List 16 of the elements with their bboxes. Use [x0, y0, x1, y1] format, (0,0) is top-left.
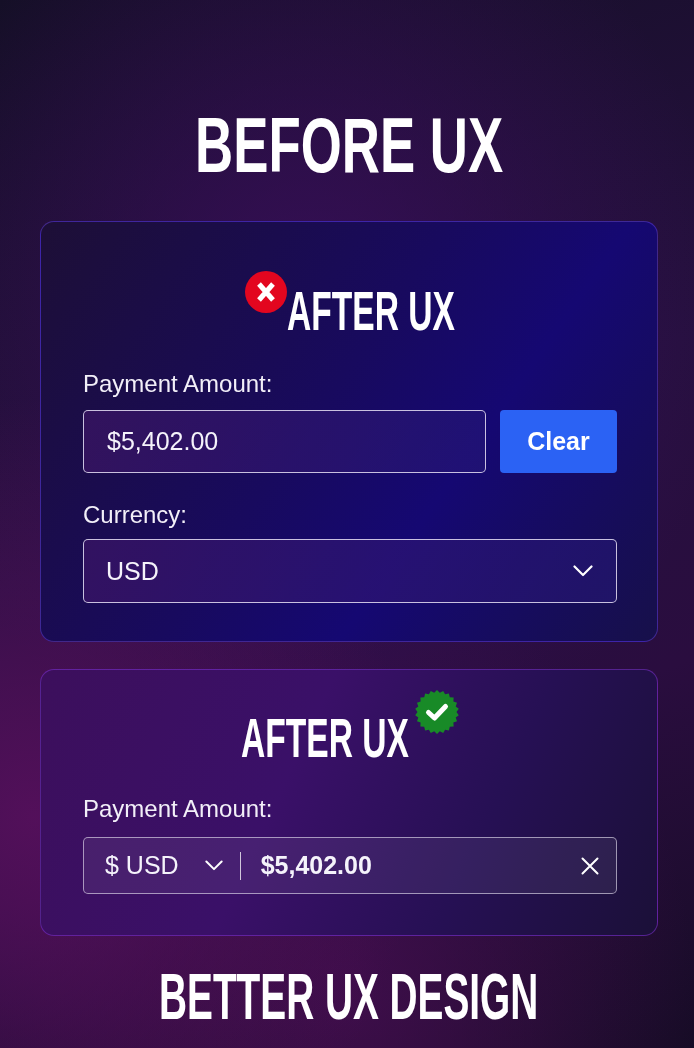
- headline: BEFORE UX: [194, 107, 504, 184]
- card-title: AFTER UX: [287, 283, 455, 339]
- chevron-down-icon: [204, 860, 223, 871]
- currency-dropdown[interactable]: $ USD: [105, 851, 223, 880]
- amount-value: $5,402.00: [260, 851, 373, 880]
- footer-title: BETTER UX DESIGN: [159, 965, 539, 1029]
- card-title: AFTER UX: [241, 710, 409, 766]
- chevron-down-icon: [573, 565, 593, 577]
- field-label: Payment Amount:: [83, 370, 273, 398]
- clear-icon[interactable]: [581, 856, 599, 875]
- currency-dropdown[interactable]: USD: [83, 539, 617, 603]
- clear-button[interactable]: Clear: [500, 410, 617, 473]
- amount-field[interactable]: $5,402.00: [83, 410, 486, 473]
- field-label: Currency:: [83, 501, 188, 529]
- amount-field[interactable]: $ USD $5,402.00: [83, 837, 617, 894]
- field-label: Payment Amount:: [83, 795, 273, 823]
